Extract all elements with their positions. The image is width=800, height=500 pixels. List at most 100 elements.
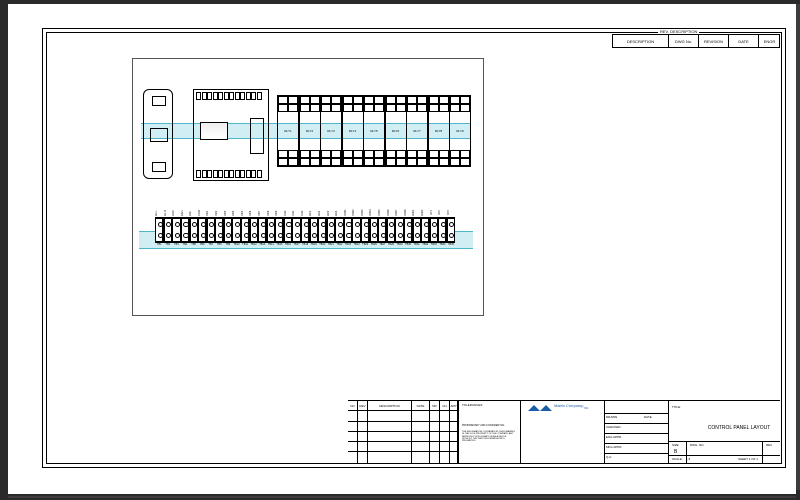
terminal-id: TB17 <box>292 243 301 249</box>
plc-terminals-top <box>196 92 262 100</box>
rev-header: REV <box>358 401 368 410</box>
terminal-id: TB14 <box>267 243 276 249</box>
relay-label: RLY5 <box>364 112 384 150</box>
terminal-id: TB21 <box>327 243 336 249</box>
terminal-block <box>181 218 189 242</box>
terminal-block <box>421 218 429 242</box>
terminal-id: TB4 <box>181 243 190 249</box>
rev-header: APP <box>450 401 458 410</box>
terminal-block <box>258 218 266 242</box>
terminal-id: TB24 <box>352 243 361 249</box>
terminal-id: TB15 <box>275 243 284 249</box>
terminal-block <box>438 218 446 242</box>
terminal-block <box>215 218 223 242</box>
terminal-label: DI10 <box>284 209 293 217</box>
scrollbar-vertical[interactable] <box>796 4 800 490</box>
terminal-label: AC-N <box>164 209 173 217</box>
terminal-block <box>387 218 395 242</box>
terminal-id: TB25 <box>361 243 370 249</box>
terminal-block <box>275 218 283 242</box>
terminal-label: DO01 <box>344 209 353 217</box>
terminal-block <box>370 218 378 242</box>
scale-value: 1:3 <box>686 457 690 461</box>
plc-module <box>193 89 269 181</box>
checked-label: CHECKED <box>606 425 621 429</box>
terminal-id: TB7 <box>206 243 215 249</box>
company-sub: INC. <box>584 407 589 410</box>
terminal-label: AI04 <box>335 209 344 217</box>
relay-module: RLY1 <box>277 95 299 167</box>
terminal-label: DI07 <box>258 209 267 217</box>
rev-header: CH <box>440 401 450 410</box>
terminal-block <box>232 218 240 242</box>
terminal-block-body <box>155 217 455 243</box>
terminal-id: TB35 <box>447 243 456 249</box>
company-logo-icon <box>528 403 552 411</box>
terminal-block <box>250 218 258 242</box>
terminal-id: TB16 <box>284 243 293 249</box>
terminal-block <box>198 218 206 242</box>
terminal-id: TB32 <box>421 243 430 249</box>
terminal-label: DI01 <box>206 209 215 217</box>
rev-row <box>348 442 458 452</box>
terminal-id: TB26 <box>369 243 378 249</box>
rev-header: DESCRIPTION <box>368 401 412 410</box>
terminal-id: TB31 <box>412 243 421 249</box>
terminal-label: AI03 <box>327 209 336 217</box>
toc-col-dwg: DWG No. <box>668 34 698 48</box>
relay-label: RLY4 <box>343 112 363 150</box>
psu-switch <box>150 128 168 142</box>
rev-row <box>348 422 458 432</box>
plc-connector <box>250 118 264 154</box>
sheet-label: SHEET 1 OF 1 <box>738 457 758 461</box>
size-label: SIZE <box>672 443 679 447</box>
qa-label: Q.A. <box>606 455 612 459</box>
terminal-block <box>190 218 198 242</box>
terminal-label: 24V- <box>189 209 198 217</box>
layout-viewport[interactable]: RLY1RLY2RLY3RLY4RLY5RLY6RLY7RLY8RLY9 AC-… <box>132 58 484 316</box>
terminal-block <box>318 218 326 242</box>
revision-table: NOREVDESCRIPTIONDATEDRCHAPP <box>348 401 458 463</box>
toc-col-rev: REVISION <box>698 34 728 48</box>
proprietary-heading: PROPRIETARY AND CONFIDENTIAL <box>462 425 516 428</box>
terminal-id: TB28 <box>387 243 396 249</box>
terminal-block <box>430 218 438 242</box>
drawing-canvas[interactable]: REV. DESCRIPTION DESCRIPTION DWG No. REV… <box>8 4 796 494</box>
relay-module: RLY4 <box>342 95 364 167</box>
title-block: NOREVDESCRIPTIONDATEDRCHAPP TOLERANCES: … <box>348 400 780 462</box>
terminal-id: TB34 <box>438 243 447 249</box>
terminal-label: DI06 <box>249 209 258 217</box>
terminal-label: DI04 <box>232 209 241 217</box>
terminal-block <box>207 218 215 242</box>
relay-module: RLY7 <box>406 95 428 167</box>
terminal-id: TB6 <box>198 243 207 249</box>
terminal-block <box>301 218 309 242</box>
terminal-id: TB5 <box>189 243 198 249</box>
scrollbar-horizontal[interactable] <box>8 496 796 498</box>
terminal-block <box>284 218 292 242</box>
terminal-ids-bottom: TB1TB2TB3TB4TB5TB6TB7TB8TB9TB10TB11TB12T… <box>155 243 455 249</box>
terminal-label: AC-L <box>155 209 164 217</box>
terminal-label: DI03 <box>224 209 233 217</box>
terminal-block <box>395 218 403 242</box>
tolerances-label: TOLERANCES: <box>462 403 483 407</box>
terminal-id: TB20 <box>318 243 327 249</box>
terminal-label: SP3 <box>447 209 456 217</box>
terminal-label: DI09 <box>275 209 284 217</box>
relay-label: RLY3 <box>321 112 341 150</box>
terminal-label: DO04 <box>369 209 378 217</box>
psu-port-bottom <box>152 162 166 172</box>
rev-label: REV <box>766 443 772 447</box>
terminal-id: TB2 <box>164 243 173 249</box>
psu-port-top <box>152 96 166 106</box>
psu-module <box>143 89 173 179</box>
terminal-id: TB10 <box>232 243 241 249</box>
title-label: TITLE: <box>672 405 681 409</box>
relay-label: RLY8 <box>429 112 449 150</box>
terminal-block <box>327 218 335 242</box>
terminal-block <box>352 218 360 242</box>
mfg-label: MFG APPR <box>606 445 622 449</box>
relay-label: RLY9 <box>450 112 470 150</box>
terminal-id: TB29 <box>395 243 404 249</box>
terminal-label: AO01 <box>412 209 421 217</box>
